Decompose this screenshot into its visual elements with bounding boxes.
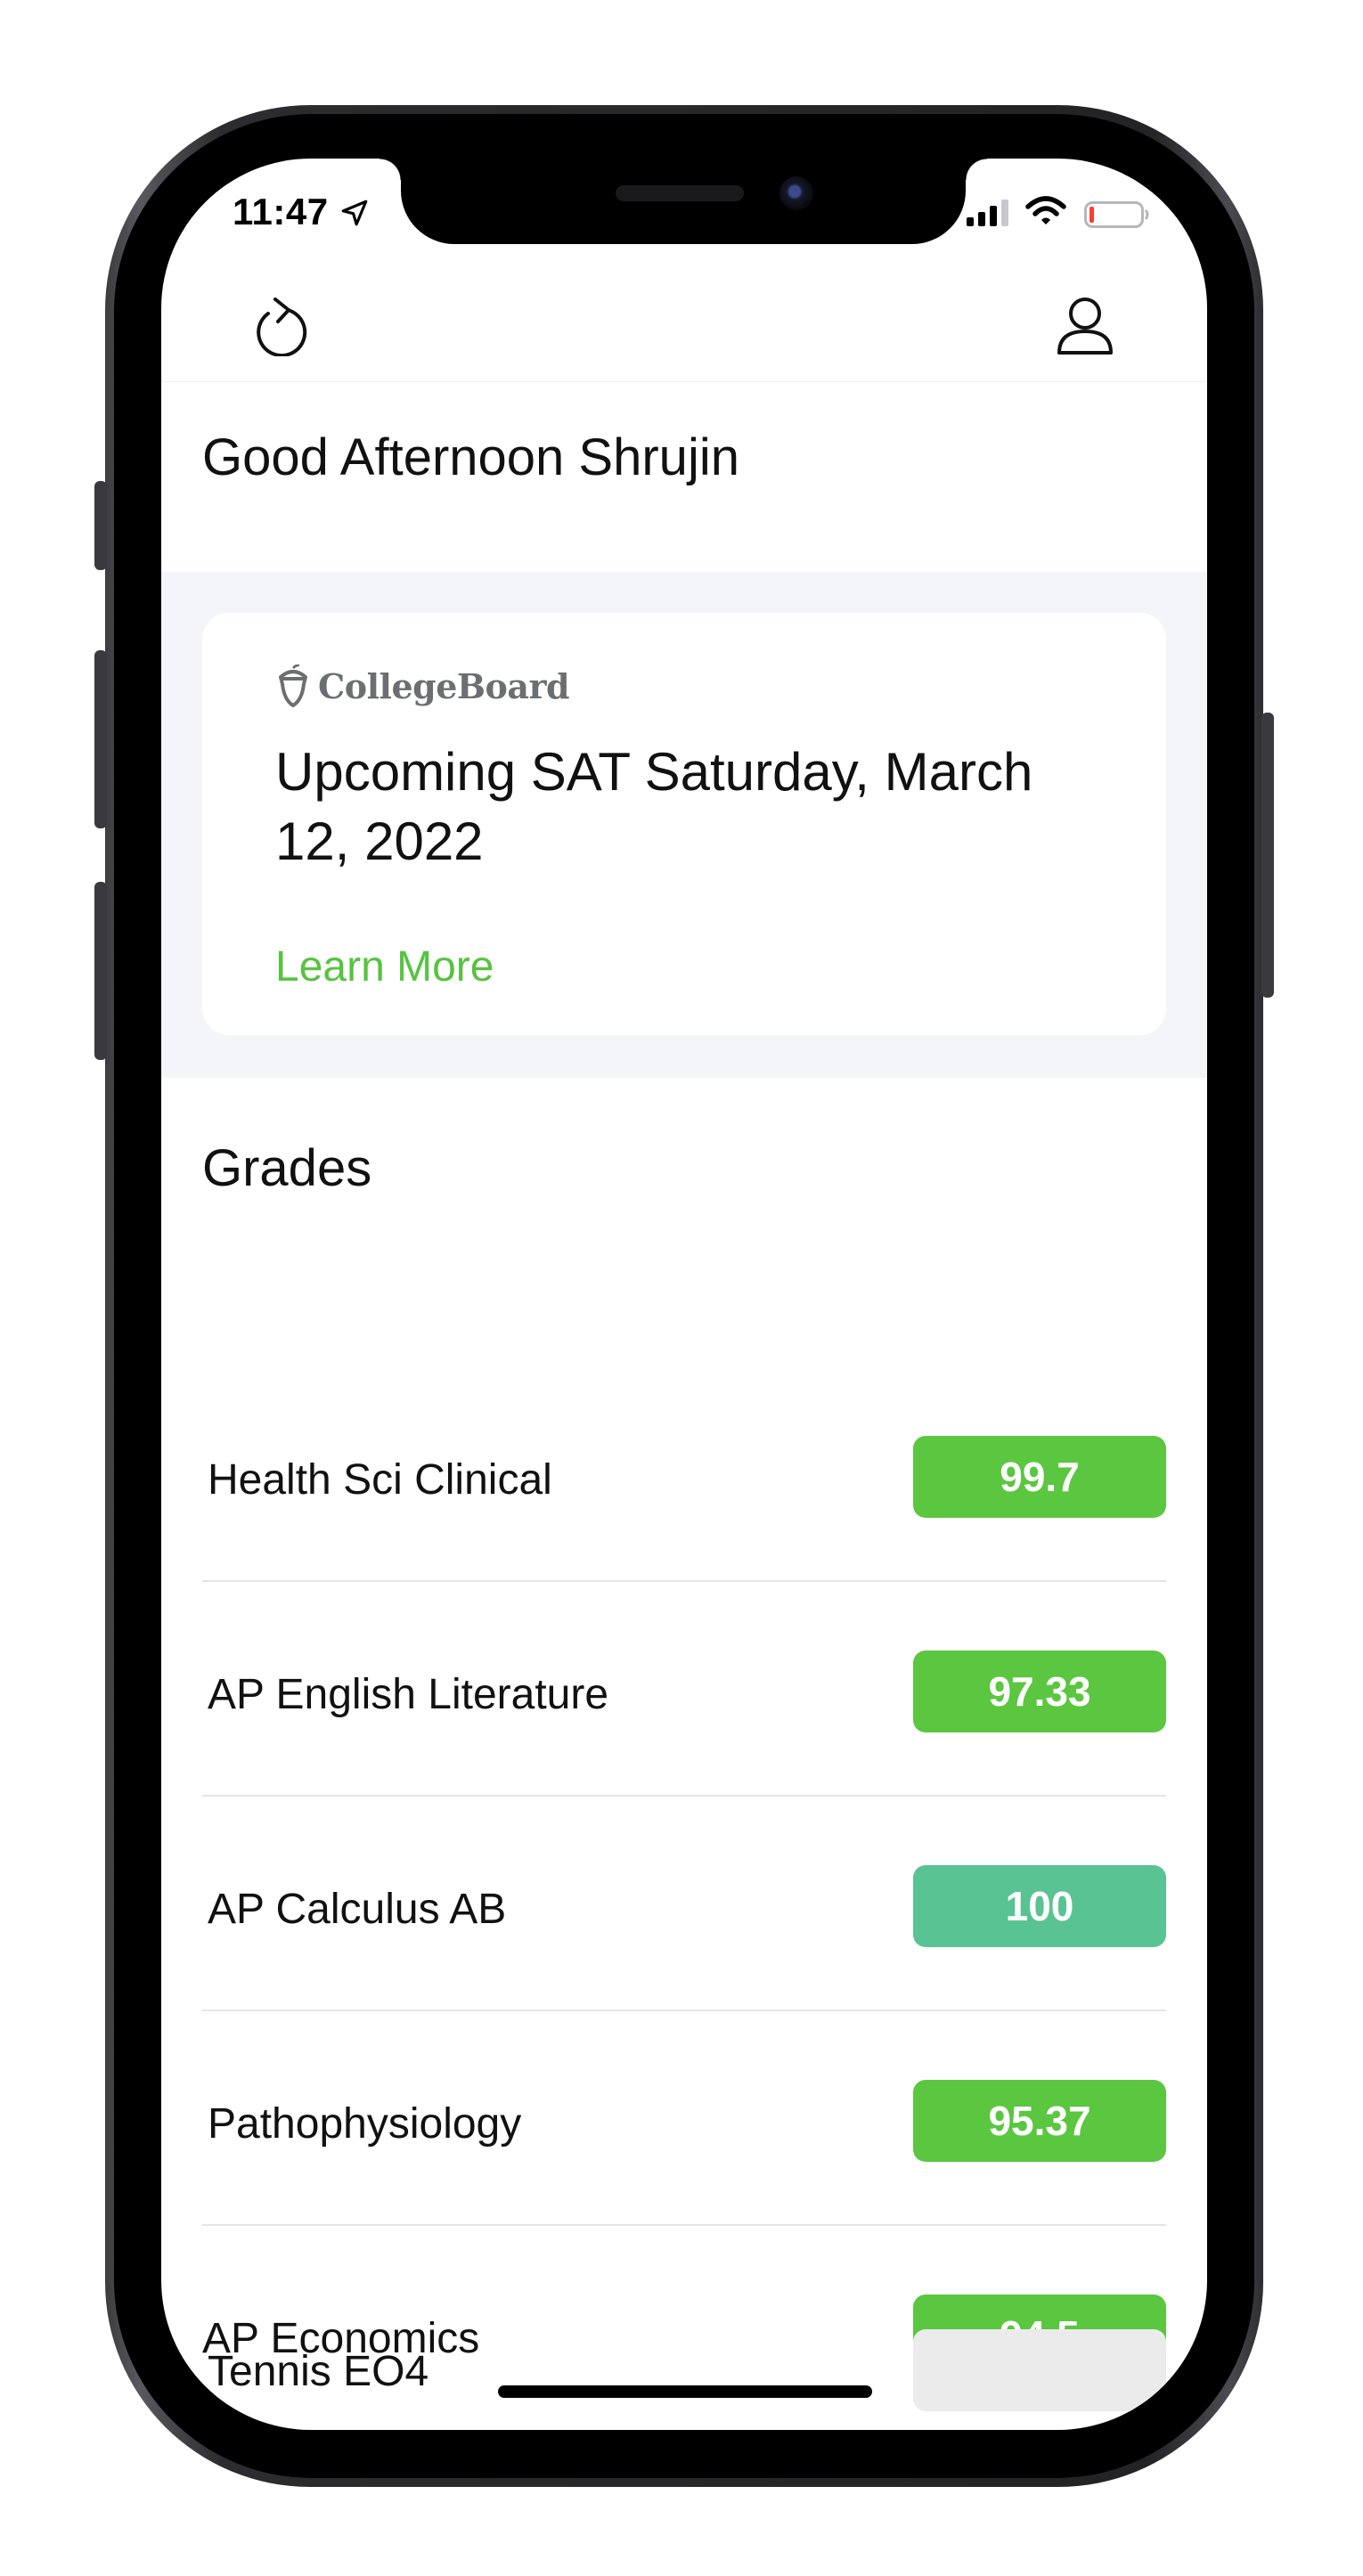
speaker (616, 185, 744, 201)
grade-badge: 99.7 (913, 1436, 1166, 1518)
power-button (1261, 713, 1274, 998)
grade-badge: 100 (913, 1865, 1166, 1947)
course-name: Tennis EO4 (208, 2348, 429, 2395)
app-screen: 11:47 Good Afternoon Shrujin CollegeBoar… (161, 159, 1207, 2430)
notch (380, 159, 987, 244)
camera (779, 176, 813, 210)
grade-row[interactable]: AP English Literature 97.33 (202, 1581, 1166, 1797)
sat-promo-card: CollegeBoard Upcoming SAT Saturday, Marc… (202, 613, 1166, 1035)
course-name: AP English Literature (208, 1671, 609, 1718)
grade-row[interactable]: AP Calculus AB 100 (202, 1796, 1166, 2011)
grade-badge: 95.37 (913, 2080, 1166, 2162)
home-indicator[interactable] (498, 2385, 872, 2398)
acorn-icon (279, 664, 307, 707)
wifi-icon (1025, 196, 1066, 224)
grade-row[interactable]: Health Sci Clinical 99.7 (202, 1366, 1166, 1582)
status-time: 11:47 (233, 191, 329, 232)
course-name: AP Calculus AB (208, 1886, 507, 1933)
learn-more-link[interactable]: Learn More (275, 942, 494, 991)
app-header (161, 265, 1207, 382)
volume-down-button (94, 882, 107, 1060)
greeting-text: Good Afternoon Shrujin (202, 428, 739, 486)
volume-up-button (94, 650, 107, 828)
sat-date-title: Upcoming SAT Saturday, March 12, 2022 (275, 742, 1033, 871)
grade-badge (913, 2329, 1166, 2411)
location-arrow-icon (341, 200, 368, 226)
grade-badge: 97.33 (913, 1651, 1166, 1732)
grade-row[interactable]: Pathophysiology 95.37 (202, 2010, 1166, 2226)
battery-icon (1084, 201, 1149, 228)
profile-icon[interactable] (1056, 296, 1114, 356)
course-name: Health Sci Clinical (208, 1456, 552, 1504)
refresh-icon[interactable] (252, 294, 307, 356)
grades-heading: Grades (202, 1139, 372, 1197)
cellular-signal-icon (967, 200, 1008, 226)
course-name: Pathophysiology (208, 2100, 522, 2148)
collegeboard-logo: CollegeBoard (275, 663, 570, 709)
action-button (94, 481, 107, 570)
